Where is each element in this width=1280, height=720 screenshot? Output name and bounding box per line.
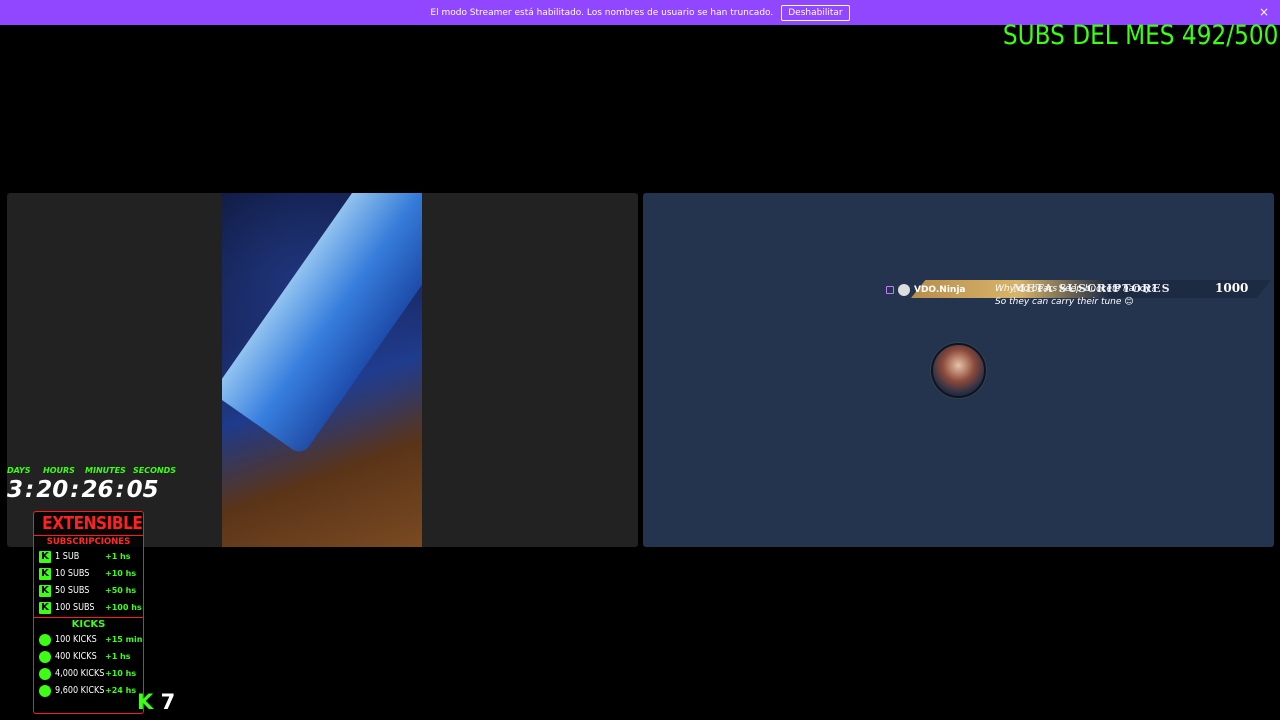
extensible-rules-box: EXTENSIBLE SUBSCRIPCIONES K 1 SUB +1 hs … [33, 511, 144, 714]
list-item-value: +100 hs [105, 603, 142, 612]
right-video-panel: META SUSCRIPTORES 1000 VDO.Ninja Why do … [643, 193, 1274, 547]
subs-of-month-counter: SUBS DEL MES 492/500 [1002, 20, 1278, 51]
user-badge-icon [898, 284, 910, 296]
kick-icon: K [39, 550, 51, 563]
timer-seconds: 05 [126, 477, 159, 503]
list-item: K 100 SUBS +100 hs [34, 599, 143, 616]
kick-coin-icon [39, 667, 51, 680]
camera-feed [222, 193, 422, 547]
list-item-value: +10 hs [105, 669, 137, 678]
timer-label-days: DAYS [7, 466, 31, 475]
extensible-title: EXTENSIBLE [42, 513, 143, 534]
countdown-timer: DAYS HOURS MINUTES SECONDS 3 : 20 : 26 :… [7, 466, 177, 503]
list-item-label: 1 SUB [55, 551, 80, 562]
timer-digits: 3 : 20 : 26 : 05 [7, 477, 177, 503]
list-item-value: +1 hs [105, 552, 131, 561]
list-item-value: +24 hs [105, 686, 137, 695]
kick-counter: K 7 [137, 690, 175, 714]
list-item-value: +10 hs [105, 569, 137, 578]
list-item: 4,000 KICKS +10 hs [34, 665, 143, 682]
list-item-value: +50 hs [105, 586, 137, 595]
list-item: 100 KICKS +15 min [34, 631, 143, 648]
list-item-label: 100 SUBS [55, 602, 95, 613]
close-icon[interactable]: × [1259, 5, 1269, 19]
chat-username: VDO.Ninja [914, 285, 966, 295]
list-item: 9,600 KICKS +24 hs [34, 682, 143, 699]
list-item: K 50 SUBS +50 hs [34, 582, 143, 599]
kick-coin-icon [39, 633, 51, 646]
kick-icon: K [39, 584, 51, 597]
list-item-label: 10 SUBS [55, 568, 90, 579]
kick-counter-value: 7 [160, 690, 176, 714]
timer-separator: : [25, 477, 35, 503]
kick-coin-icon [39, 684, 51, 697]
timer-separator: : [70, 477, 80, 503]
timer-days: 3 [7, 477, 24, 503]
chat-message-line-1: Why do bears keep buckets handy? [995, 284, 1156, 294]
chat-message-line-2: So they can carry their tune 😊 [995, 297, 1134, 307]
timer-labels: DAYS HOURS MINUTES SECONDS [7, 466, 177, 475]
timer-label-hours: HOURS [43, 466, 75, 475]
timer-hours: 20 [36, 477, 69, 503]
streamer-mode-message: El modo Streamer está habilitado. Los no… [430, 7, 774, 18]
list-item-label: 9,600 KICKS [55, 685, 105, 696]
timer-minutes: 26 [81, 477, 114, 503]
kick-coin-icon [39, 650, 51, 663]
list-item-label: 400 KICKS [55, 651, 97, 662]
list-item-label: 4,000 KICKS [55, 668, 105, 679]
subscriber-goal-target: 1000 [1215, 281, 1249, 295]
disable-streamer-mode-button[interactable]: Deshabilitar [781, 4, 850, 21]
subscriptions-header: SUBSCRIPCIONES [34, 535, 143, 547]
kick-icon: K [137, 690, 154, 714]
kick-icon: K [39, 601, 51, 614]
kicks-header: KICKS [34, 617, 143, 630]
timer-label-minutes: MINUTES [85, 466, 126, 475]
kick-icon: K [39, 567, 51, 580]
timer-label-seconds: SECONDS [133, 466, 176, 475]
chat-message-header: VDO.Ninja [886, 284, 966, 296]
list-item-label: 50 SUBS [55, 585, 90, 596]
list-item-label: 100 KICKS [55, 634, 97, 645]
twitch-icon [886, 286, 894, 294]
list-item-value: +1 hs [105, 652, 131, 661]
list-item: K 10 SUBS +10 hs [34, 565, 143, 582]
timer-separator: : [115, 477, 125, 503]
avatar [931, 343, 986, 398]
list-item: K 1 SUB +1 hs [34, 548, 143, 565]
list-item-value: +15 min [105, 635, 143, 644]
list-item: 400 KICKS +1 hs [34, 648, 143, 665]
